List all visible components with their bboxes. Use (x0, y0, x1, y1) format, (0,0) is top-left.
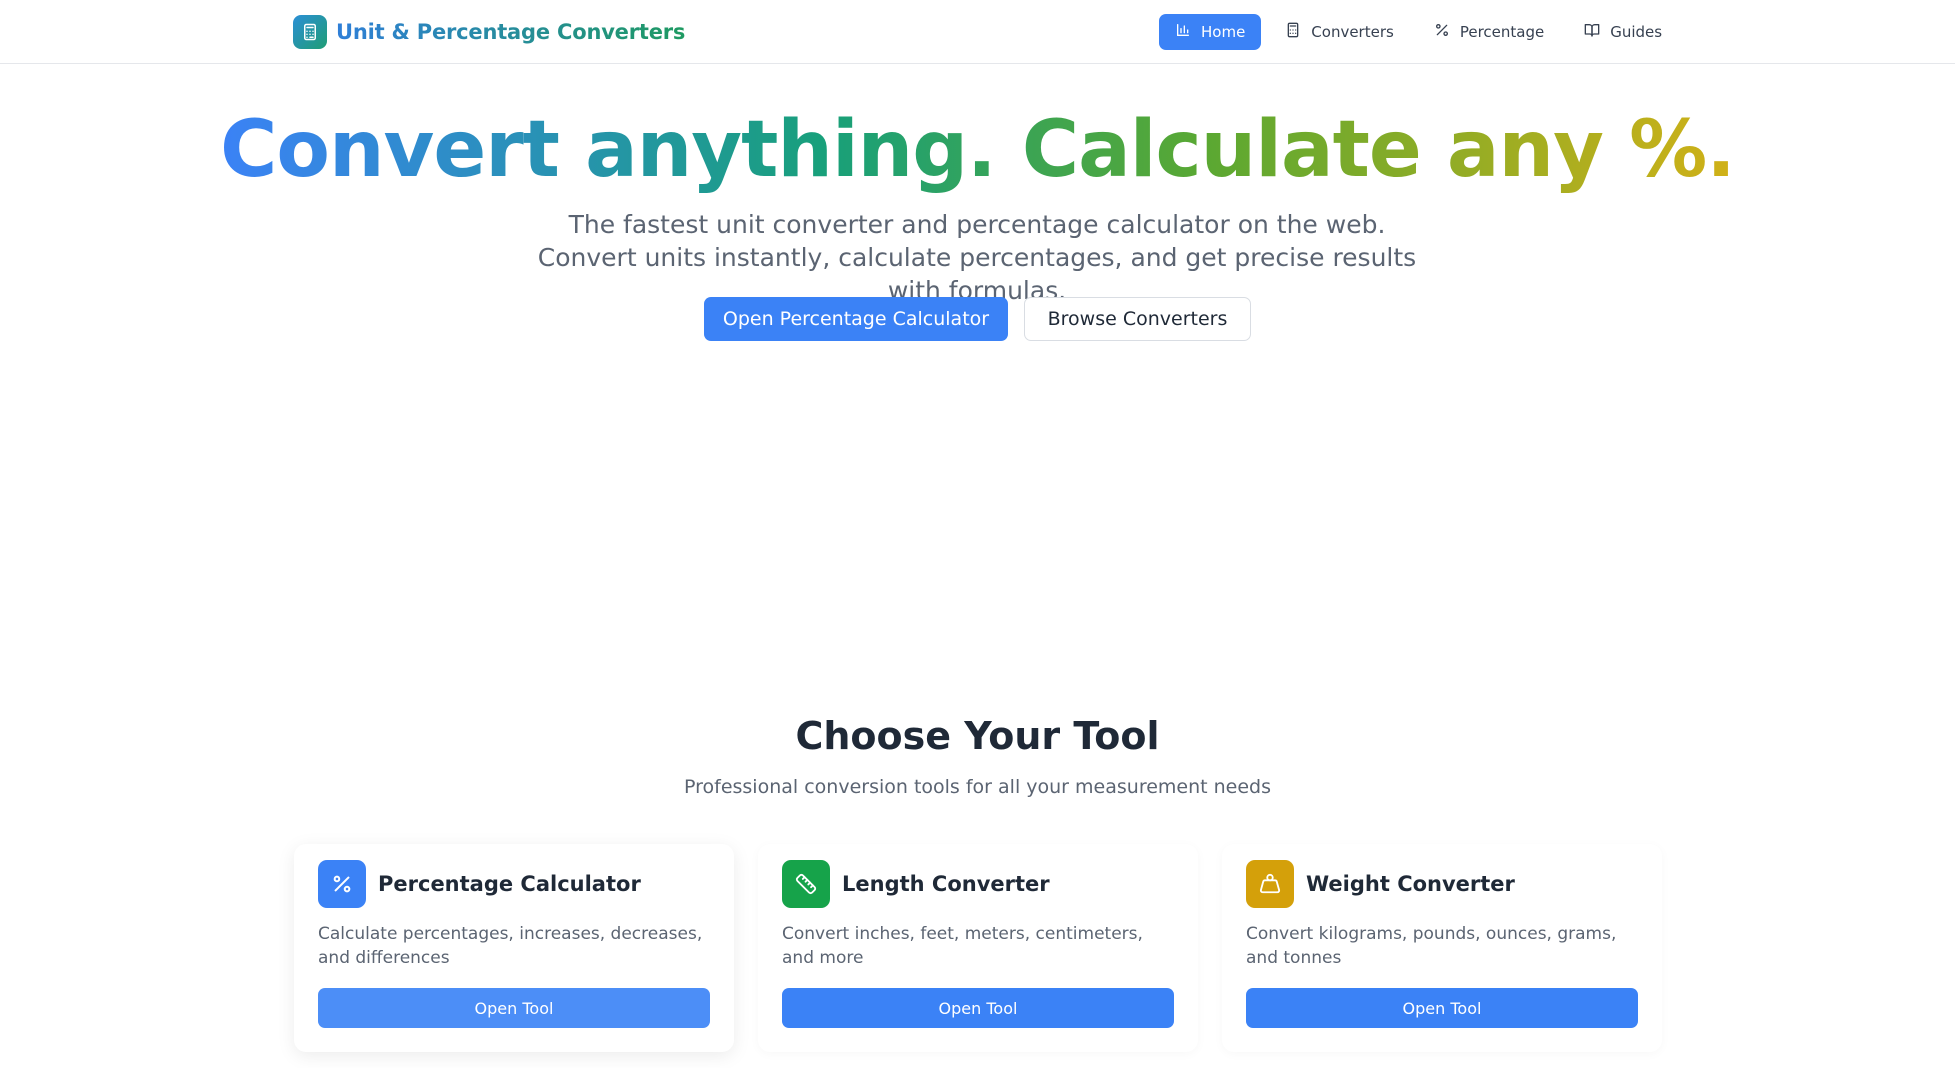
tool-card-weight: Weight Converter Convert kilograms, poun… (1222, 844, 1662, 1052)
card-header: Percentage Calculator (318, 860, 641, 908)
open-tool-button[interactable]: Open Tool (782, 988, 1174, 1028)
card-title: Length Converter (842, 872, 1050, 896)
calculator-icon (293, 15, 327, 49)
percent-icon (1434, 22, 1450, 42)
bar-chart-icon (1175, 22, 1191, 42)
book-icon (1584, 22, 1600, 42)
open-tool-button[interactable]: Open Tool (1246, 988, 1638, 1028)
card-title: Weight Converter (1306, 872, 1515, 896)
card-description: Convert inches, feet, meters, centimeter… (782, 924, 1143, 968)
nav-item-label: Percentage (1459, 23, 1545, 41)
card-header: Weight Converter (1246, 860, 1515, 908)
card-description: Convert kilograms, pounds, ounces, grams… (1246, 924, 1617, 968)
calculator-icon (1285, 22, 1301, 42)
section-subtitle: Professional conversion tools for all yo… (683, 776, 1272, 798)
weight-icon (1246, 860, 1294, 908)
section-title: Choose Your Tool (795, 714, 1160, 758)
site-header: Unit & Percentage Converters Home Conver… (0, 0, 1955, 64)
nav-item-label: Guides (1610, 23, 1663, 41)
open-tool-button[interactable]: Open Tool (318, 988, 710, 1028)
nav-item-guides[interactable]: Guides (1568, 14, 1678, 50)
hero-actions: Open Percentage Calculator Browse Conver… (704, 297, 1251, 341)
hero-title: Convert anything. Calculate any %. (220, 105, 1736, 195)
card-header: Length Converter (782, 860, 1050, 908)
tool-card-length: Length Converter Convert inches, feet, m… (758, 844, 1198, 1052)
open-percentage-calculator-button[interactable]: Open Percentage Calculator (704, 297, 1008, 341)
tool-card-percentage: Percentage Calculator Calculate percenta… (294, 844, 734, 1052)
nav-item-percentage[interactable]: Percentage (1418, 14, 1560, 50)
nav-item-home[interactable]: Home (1159, 14, 1262, 50)
brand-title: Unit & Percentage Converters (336, 20, 686, 44)
card-description: Calculate percentages, increases, decrea… (318, 924, 703, 968)
hero-subtitle: The fastest unit converter and percentag… (537, 210, 1417, 305)
percent-icon (318, 860, 366, 908)
browse-converters-button[interactable]: Browse Converters (1024, 297, 1251, 341)
nav-item-label: Home (1201, 23, 1246, 41)
nav-item-label: Converters (1311, 23, 1394, 41)
ruler-icon (782, 860, 830, 908)
card-title: Percentage Calculator (378, 872, 641, 896)
main-nav: Home Converters Percentage Guides (1159, 14, 1678, 50)
brand-logo[interactable]: Unit & Percentage Converters (293, 15, 685, 49)
nav-item-converters[interactable]: Converters (1269, 14, 1410, 50)
